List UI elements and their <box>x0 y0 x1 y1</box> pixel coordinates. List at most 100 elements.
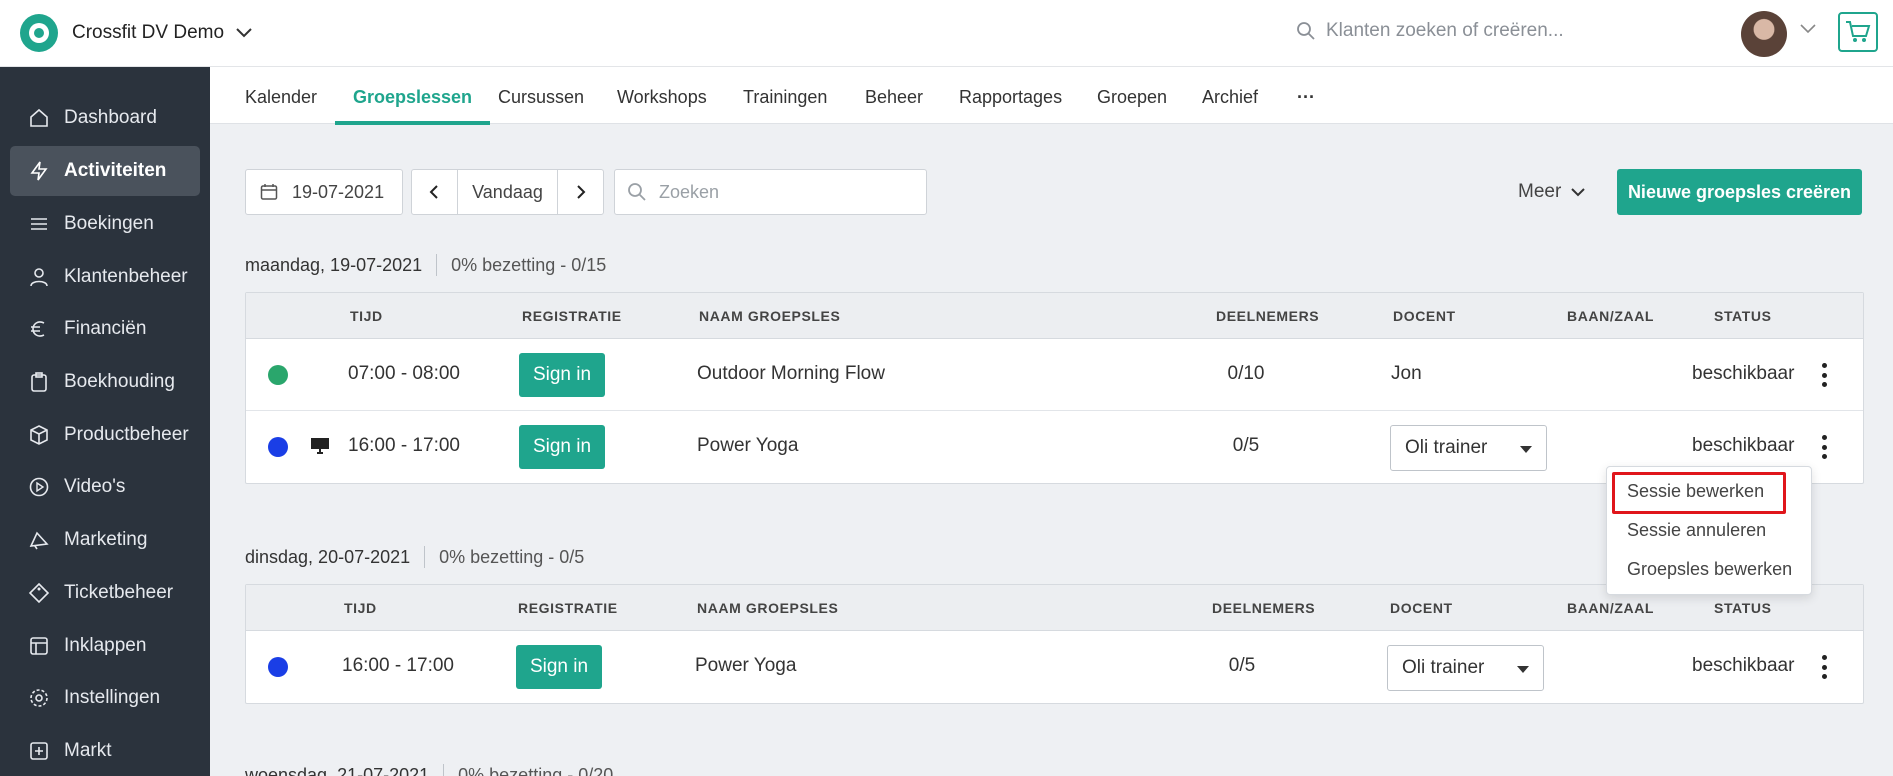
divider <box>424 546 426 568</box>
tab-beheer[interactable]: Beheer <box>865 67 923 124</box>
sidebar-item-instellingen[interactable]: Instellingen <box>10 673 200 723</box>
sidebar-item-inklappen[interactable]: Inklappen <box>10 621 200 671</box>
tab-groepslessen[interactable]: Groepslessen <box>334 67 491 125</box>
tab-trainingen[interactable]: Trainingen <box>743 67 827 124</box>
day-date: woensdag, 21-07-2021 <box>245 764 430 776</box>
sidebar-item-boekhouding[interactable]: Boekhouding <box>10 357 200 407</box>
sidebar-item-klantenbeheer[interactable]: Klantenbeheer <box>10 252 200 302</box>
brand-name: Crossfit DV Demo <box>72 22 225 43</box>
search-icon <box>628 183 646 201</box>
tab-archief[interactable]: Archief <box>1202 67 1258 124</box>
teacher-select[interactable]: Oli trainer <box>1390 425 1547 471</box>
col-teacher: DOCENT <box>1393 308 1456 324</box>
next-day-button[interactable] <box>558 170 603 214</box>
col-time: TIJD <box>350 308 383 324</box>
chevron-down-icon[interactable] <box>1800 24 1816 34</box>
session-name[interactable]: Outdoor Morning Flow <box>697 363 885 385</box>
sign-in-button[interactable]: Sign in <box>519 425 605 469</box>
clipboard-icon <box>31 372 47 392</box>
teacher-select-value: Oli trainer <box>1402 657 1485 678</box>
teacher-select-value: Oli trainer <box>1405 437 1488 458</box>
sidebar-item-videos[interactable]: Video's <box>10 462 200 512</box>
sidebar-item-financien[interactable]: Financiën <box>10 304 200 354</box>
session-time: 16:00 - 17:00 <box>342 655 454 676</box>
sidebar-item-ticketbeheer[interactable]: Ticketbeheer <box>10 568 200 618</box>
tab-workshops[interactable]: Workshops <box>617 67 707 124</box>
col-court: BAAN/ZAAL <box>1567 308 1655 324</box>
sidebar-item-dashboard[interactable]: Dashboard <box>10 93 200 143</box>
sidebar-item-label: Inklappen <box>64 635 147 656</box>
chevron-left-icon <box>429 185 439 199</box>
session-table: TIJD REGISTRATIE NAAM GROEPSLES DEELNEME… <box>245 584 1864 704</box>
teacher-name: Jon <box>1391 363 1422 384</box>
session-time: 07:00 - 08:00 <box>348 363 460 384</box>
avatar[interactable] <box>1741 11 1787 57</box>
session-name[interactable]: Power Yoga <box>695 655 796 677</box>
sidebar-item-markt[interactable]: Markt <box>10 726 200 776</box>
sign-in-button[interactable]: Sign in <box>516 645 602 689</box>
sign-in-button[interactable]: Sign in <box>519 353 605 397</box>
sidebar-item-label: Marketing <box>64 529 148 550</box>
status-text: beschikbaar <box>1692 435 1795 456</box>
teacher-select[interactable]: Oli trainer <box>1387 645 1544 691</box>
table-row[interactable]: 16:00 - 17:00 Sign in Power Yoga 0/5 Oli… <box>246 631 1863 703</box>
cart-button[interactable] <box>1838 12 1878 52</box>
participants-count: 0/5 <box>1232 435 1260 456</box>
search-input[interactable]: Zoeken <box>614 169 927 215</box>
today-button[interactable]: Vandaag <box>458 170 559 214</box>
col-name: NAAM GROEPSLES <box>699 308 841 324</box>
more-options-icon[interactable] <box>1821 363 1827 387</box>
ticket-icon <box>28 582 50 604</box>
col-status: STATUS <box>1714 600 1772 616</box>
status-text: beschikbaar <box>1692 655 1795 676</box>
user-icon <box>30 268 48 287</box>
customer-search-placeholder: Klanten zoeken of creëren... <box>1326 20 1564 41</box>
tab-more[interactable]: ··· <box>1297 67 1315 124</box>
tab-groepen[interactable]: Groepen <box>1097 67 1167 124</box>
previous-day-button[interactable] <box>412 170 458 214</box>
cart-icon <box>1846 21 1871 42</box>
col-participants: DEELNEMERS <box>1212 600 1316 616</box>
day-date: maandag, 19-07-2021 <box>245 254 423 275</box>
megaphone-icon <box>29 531 49 550</box>
sidebar-item-label: Video's <box>64 476 126 497</box>
home-icon <box>30 108 48 127</box>
sidebar-item-activiteiten[interactable]: Activiteiten <box>10 146 200 196</box>
activity-tabs: Kalender Groepslessen Cursussen Workshop… <box>210 67 1893 125</box>
gear-icon <box>30 689 48 707</box>
tab-kalender[interactable]: Kalender <box>245 67 317 124</box>
collapse-icon <box>30 637 48 655</box>
menu-item-edit-groupclass[interactable]: Groepsles bewerken <box>1627 559 1792 580</box>
more-dropdown[interactable]: Meer <box>1518 181 1586 203</box>
divider <box>436 254 438 276</box>
tab-cursussen[interactable]: Cursussen <box>498 67 584 124</box>
more-options-icon[interactable] <box>1821 655 1827 679</box>
sidebar-item-marketing[interactable]: Marketing <box>10 515 200 565</box>
box-icon <box>30 425 48 445</box>
sidebar-item-label: Financiën <box>64 318 147 339</box>
tab-rapportages[interactable]: Rapportages <box>959 67 1062 124</box>
table-header: TIJD REGISTRATIE NAAM GROEPSLES DEELNEME… <box>246 293 1863 339</box>
chevron-down-icon <box>1571 187 1586 196</box>
more-options-icon[interactable] <box>1821 435 1827 459</box>
brand-switcher[interactable]: Crossfit DV Demo <box>20 14 252 52</box>
status-text: beschikbaar <box>1692 363 1795 384</box>
customer-search[interactable]: Klanten zoeken of creëren... <box>1296 20 1564 42</box>
sidebar-item-productbeheer[interactable]: Productbeheer <box>10 410 200 460</box>
sidebar-item-label: Productbeheer <box>64 424 189 445</box>
top-bar: Crossfit DV Demo Klanten zoeken of creër… <box>0 0 1893 67</box>
day-header: woensdag, 21-07-2021 0% bezetting - 0/20 <box>245 764 613 776</box>
status-dot <box>268 657 288 677</box>
day-occupancy: 0% bezetting - 0/15 <box>451 254 607 275</box>
sidebar-item-label: Klantenbeheer <box>64 266 188 287</box>
date-picker[interactable]: 19-07-2021 <box>245 169 403 215</box>
table-row[interactable]: 07:00 - 08:00 Sign in Outdoor Morning Fl… <box>246 339 1863 411</box>
create-groupclass-button[interactable]: Nieuwe groepsles creëren <box>1617 169 1862 215</box>
menu-item-cancel-session[interactable]: Sessie annuleren <box>1627 520 1766 541</box>
bolt-icon <box>30 161 48 181</box>
session-name[interactable]: Power Yoga <box>697 435 798 457</box>
sidebar-item-boekingen[interactable]: Boekingen <box>10 199 200 249</box>
menu-item-edit-session[interactable]: Sessie bewerken <box>1627 481 1764 502</box>
sidebar-item-label: Boekhouding <box>64 371 175 392</box>
participants-count: 0/5 <box>1228 655 1256 676</box>
